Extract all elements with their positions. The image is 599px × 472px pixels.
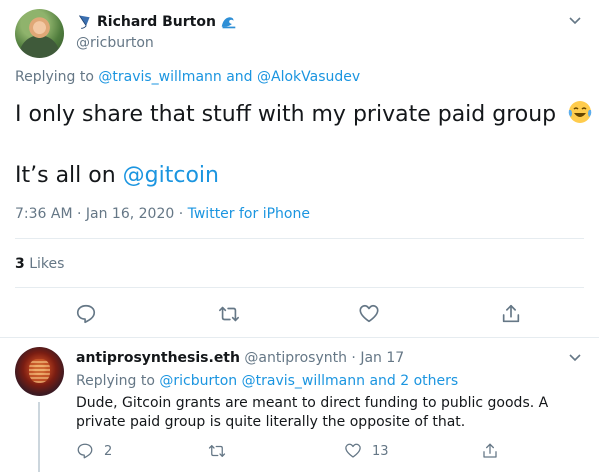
likes-stat[interactable]: 3 Likes <box>15 256 64 272</box>
reply-reply-count: 2 <box>104 443 113 459</box>
replying-to-line: Replying to @travis_willmann and @AlokVa… <box>15 69 360 85</box>
divider <box>15 238 584 239</box>
likes-label: Likes <box>29 256 65 272</box>
reply-reply-button[interactable]: 2 <box>76 442 112 460</box>
reply-mentions[interactable]: @ricburton @travis_willmann and 2 others <box>159 373 458 389</box>
share-icon <box>502 304 520 323</box>
reply-text: Dude, Gitcoin grants are meant to direct… <box>76 395 549 430</box>
reply-author-handle[interactable]: @antiprosynth <box>244 350 347 366</box>
author-avatar[interactable] <box>15 9 64 58</box>
timestamp[interactable]: 7:36 AM · Jan 16, 2020 · <box>15 206 183 222</box>
reply-icon <box>77 443 93 459</box>
likes-count: 3 <box>15 256 25 272</box>
tweet-text-prefix: It’s all on <box>15 163 116 188</box>
reply-header: antiprosynthesis.eth @antiprosynth · Jan… <box>76 350 404 366</box>
wave-emoji-icon <box>221 17 236 29</box>
chevron-down-icon[interactable] <box>568 16 582 26</box>
author-name-row[interactable]: Richard Burton <box>76 13 237 30</box>
kite-emoji-icon <box>79 15 90 29</box>
section-divider <box>0 337 599 347</box>
author-handle[interactable]: @ricburton <box>76 35 154 51</box>
reply-icon <box>76 304 96 324</box>
author-name[interactable]: Richard Burton <box>97 14 216 30</box>
reply-date[interactable]: · Jan 17 <box>351 350 404 366</box>
tweet-text-line1: I only share that stuff with my private … <box>15 99 593 129</box>
tweet-text-line2: It’s all on @gitcoin <box>15 161 219 190</box>
heart-icon <box>345 443 361 458</box>
mention-alok[interactable]: @AlokVasudev <box>257 69 360 85</box>
source-link[interactable]: Twitter for iPhone <box>188 206 310 222</box>
reply-button[interactable] <box>75 303 97 329</box>
mention-travis[interactable]: @travis_willmann <box>98 69 221 85</box>
share-button[interactable] <box>500 303 522 329</box>
like-button[interactable] <box>358 303 380 329</box>
reply-like-button[interactable]: 13 <box>344 442 389 460</box>
reply-retweet-button[interactable] <box>208 442 236 460</box>
thread-line <box>38 402 40 472</box>
reply-author-name[interactable]: antiprosynthesis.eth <box>76 350 240 366</box>
chevron-down-icon[interactable] <box>568 353 582 363</box>
tweet-meta: 7:36 AM · Jan 16, 2020 · Twitter for iPh… <box>15 206 310 222</box>
reply-author-avatar[interactable] <box>15 347 64 396</box>
mention-gitcoin[interactable]: @gitcoin <box>123 163 219 188</box>
heart-icon <box>359 304 379 323</box>
mention-and: and <box>226 69 253 85</box>
reply-share-button[interactable] <box>481 442 499 460</box>
tears-of-joy-emoji-icon <box>568 101 592 123</box>
reply-replying-prefix: Replying to <box>76 373 155 389</box>
replying-prefix: Replying to <box>15 69 94 85</box>
divider <box>15 287 584 288</box>
reply-like-count: 13 <box>372 443 389 459</box>
tweet-text-main: I only share that stuff with my private … <box>15 102 557 127</box>
retweet-button[interactable] <box>218 303 240 329</box>
share-icon <box>483 443 497 458</box>
retweet-icon <box>219 306 239 322</box>
reply-replying-to: Replying to @ricburton @travis_willmann … <box>76 373 458 389</box>
retweet-icon <box>208 445 226 457</box>
